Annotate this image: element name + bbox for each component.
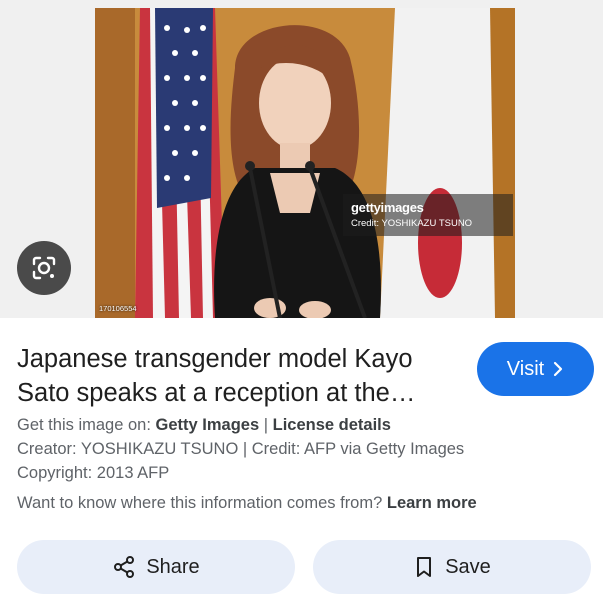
share-label: Share — [146, 555, 200, 578]
bookmark-icon — [417, 557, 432, 577]
get-image-prefix: Get this image on: — [17, 416, 151, 434]
info-question: Want to know where this information come… — [17, 494, 383, 512]
learn-more-link[interactable]: Learn more — [387, 494, 477, 512]
visit-button[interactable]: Visit — [477, 342, 594, 396]
share-icon — [114, 556, 135, 578]
source-link[interactable]: Getty Images — [156, 416, 260, 434]
google-lens-button[interactable] — [17, 241, 71, 295]
save-label: Save — [445, 555, 491, 578]
image-id: 170106554 — [99, 304, 137, 313]
source-line: Get this image on: Getty Images | Licens… — [17, 416, 391, 435]
visit-label: Visit — [506, 357, 545, 380]
result-photo[interactable]: gettyimages Credit: YOSHIKAZU TSUNO 1701… — [95, 8, 515, 318]
license-details-link[interactable]: License details — [273, 416, 391, 434]
image-preview-area: gettyimages Credit: YOSHIKAZU TSUNO 1701… — [0, 0, 603, 318]
info-source-line: Want to know where this information come… — [17, 494, 477, 513]
share-button[interactable]: Share — [17, 540, 295, 594]
separator: | — [263, 416, 269, 434]
photo-illustration — [95, 8, 515, 318]
copyright-line: Copyright: 2013 AFP — [17, 464, 170, 482]
getty-logo: gettyimages — [351, 200, 424, 215]
chevron-right-icon — [554, 361, 563, 377]
creator-line: Creator: YOSHIKAZU TSUNO | Credit: AFP v… — [17, 440, 465, 458]
getty-watermark: gettyimages Credit: YOSHIKAZU TSUNO — [343, 194, 513, 236]
save-button[interactable]: Save — [313, 540, 591, 594]
watermark-credit: Credit: YOSHIKAZU TSUNO — [351, 218, 473, 229]
result-title[interactable]: Japanese transgender model Kayo Sato spe… — [17, 342, 457, 410]
google-lens-icon — [32, 256, 56, 280]
